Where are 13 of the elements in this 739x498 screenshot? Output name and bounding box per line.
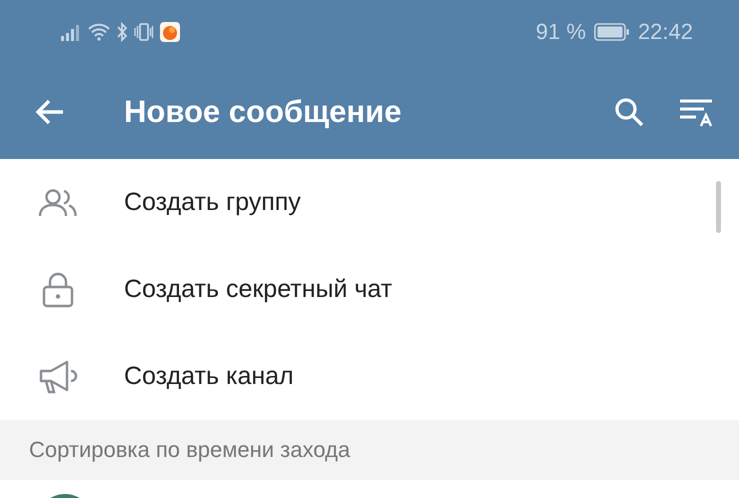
signal-icon (60, 23, 82, 41)
menu-item[interactable]: Создать канал (0, 333, 739, 420)
menu-item[interactable]: Создать секретный чат (0, 246, 739, 333)
vibrate-icon (133, 22, 155, 42)
app-notification-icon (160, 22, 180, 42)
clock-time: 22:42 (638, 19, 693, 45)
menu-item[interactable]: Создать группу (0, 159, 739, 246)
battery-percentage: 91 % (536, 19, 586, 45)
wifi-icon (87, 23, 111, 41)
battery-icon (594, 23, 630, 41)
section-header: Сортировка по времени захода (0, 420, 739, 480)
bluetooth-icon (116, 22, 128, 42)
screen-title: Новое сообщение (124, 94, 402, 130)
